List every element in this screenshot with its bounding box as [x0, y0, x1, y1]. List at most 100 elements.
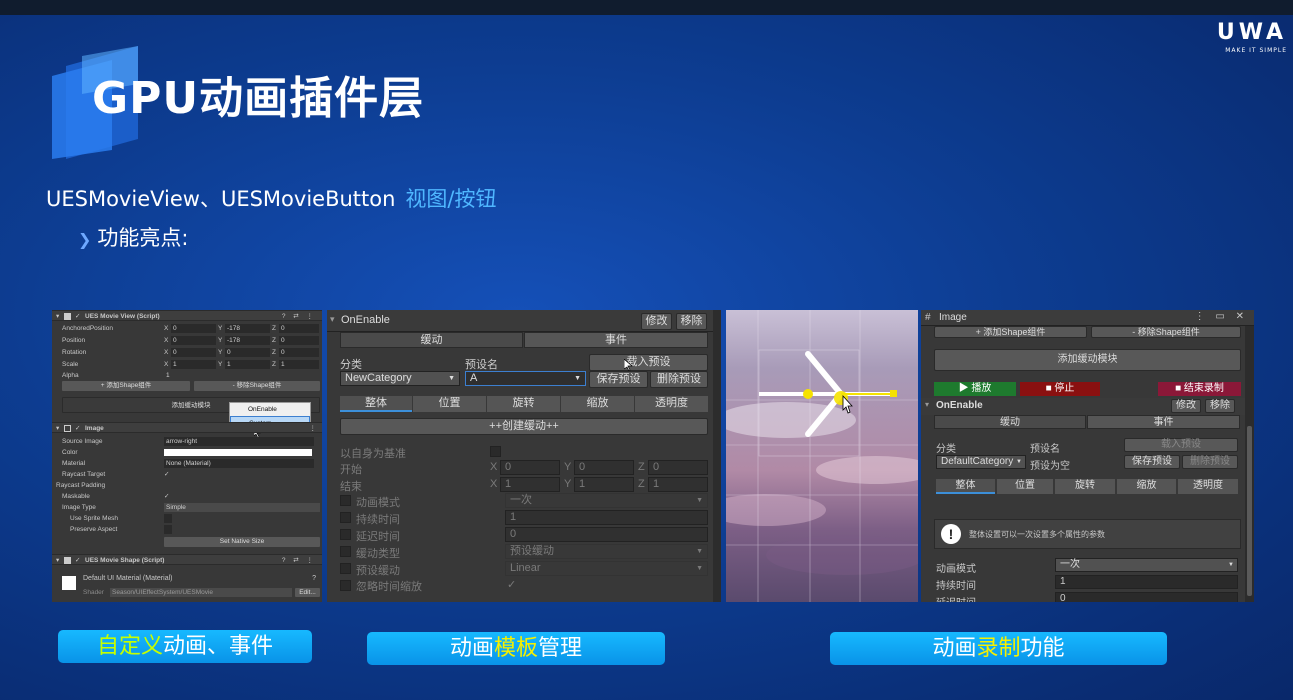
remove-shape-button[interactable]: - 移除Shape组件 [194, 381, 320, 391]
prop-x[interactable]: 0 [171, 348, 216, 357]
prop-z[interactable]: 0 [279, 348, 319, 357]
gizmo-handle-end[interactable] [890, 390, 897, 397]
sprite-mesh-checkbox[interactable] [164, 514, 172, 523]
delay-field[interactable]: 0 [1055, 592, 1238, 602]
set-native-size-button[interactable]: Set Native Size [164, 537, 320, 547]
add-shape-button[interactable]: + 添加Shape组件 [934, 326, 1087, 338]
self-base-checkbox[interactable] [490, 446, 501, 457]
duration-field[interactable]: 1 [1055, 575, 1238, 589]
edit-shader-button[interactable]: Edit... [295, 588, 320, 597]
end-x[interactable]: 1 [500, 477, 560, 492]
tab-ease[interactable]: 缓动 [340, 332, 523, 348]
modify-button[interactable]: 修改 [641, 313, 672, 330]
subtab-scale[interactable]: 缩放 [561, 396, 634, 412]
window-controls-icon[interactable]: ⋮ ▭ ✕ [1195, 311, 1248, 322]
mode-dropdown[interactable]: 一次 ▼ [1055, 558, 1238, 572]
end-record-button[interactable]: ■ 结束录制 [1158, 382, 1241, 396]
prop-y[interactable]: 0 [225, 348, 270, 357]
subtab-alpha[interactable]: 透明度 [1178, 479, 1238, 494]
alpha-value[interactable]: 1 [164, 371, 319, 380]
row-checkbox[interactable] [340, 495, 351, 506]
component-header-image[interactable]: ▾ ✓ Image ⋮ [52, 422, 322, 433]
remove-shape-button[interactable]: - 移除Shape组件 [1091, 326, 1241, 338]
ease-type-dropdown[interactable]: 预设缓动 ▼ [505, 544, 708, 559]
end-z[interactable]: 1 [648, 477, 708, 492]
prop-z[interactable]: 0 [279, 324, 319, 333]
delete-preset-button[interactable]: 删除预设 [1182, 455, 1238, 469]
scrollbar[interactable] [713, 310, 721, 602]
duration-field[interactable]: 1 [505, 510, 708, 525]
gizmo-dot[interactable] [803, 389, 813, 399]
play-button[interactable]: ▶ 播放 [934, 382, 1016, 396]
prop-x[interactable]: 0 [171, 336, 216, 345]
row-checkbox[interactable] [340, 580, 351, 591]
save-preset-button[interactable]: 保存预设 [1124, 455, 1180, 469]
scrollbar[interactable] [1245, 326, 1254, 602]
tab-event[interactable]: 事件 [524, 332, 708, 348]
scene-view[interactable] [726, 310, 918, 602]
foldout-arrow-icon[interactable]: ▾ [925, 400, 929, 409]
end-y[interactable]: 1 [574, 477, 634, 492]
color-field[interactable] [164, 449, 312, 456]
subtab-position[interactable]: 位置 [413, 396, 486, 412]
start-x[interactable]: 0 [500, 460, 560, 475]
modify-button[interactable]: 修改 [1171, 399, 1201, 413]
shader-dropdown[interactable]: Season/UIEffectSystem/UESMovie [110, 588, 292, 597]
remove-button[interactable]: 移除 [1205, 399, 1235, 413]
category-dropdown[interactable]: DefaultCategory ▼ [936, 455, 1026, 469]
foldout-arrow-icon[interactable]: ▾ [56, 423, 59, 434]
enable-check[interactable]: ✓ [75, 311, 80, 322]
load-preset-button[interactable]: 载入预设 [589, 354, 708, 371]
prop-z[interactable]: 0 [279, 336, 319, 345]
ignore-timescale-checkbox[interactable]: ✓ [507, 578, 516, 591]
component-menu-icon[interactable]: ⋮ [310, 423, 317, 434]
save-preset-button[interactable]: 保存预设 [589, 371, 648, 388]
subtab-position[interactable]: 位置 [997, 479, 1053, 494]
subtab-whole[interactable]: 整体 [936, 479, 995, 494]
prop-z[interactable]: 1 [279, 360, 319, 369]
delete-preset-button[interactable]: 删除预设 [650, 371, 708, 388]
tab-ease[interactable]: 缓动 [934, 415, 1086, 429]
source-image-field[interactable]: arrow-right [164, 437, 314, 446]
prop-label[interactable]: Raycast Padding [56, 480, 105, 491]
category-dropdown[interactable]: NewCategory ▼ [340, 371, 460, 386]
popup-item-onenable[interactable]: OnEnable [230, 403, 310, 416]
subtab-rotation[interactable]: 旋转 [1055, 479, 1115, 494]
row-checkbox[interactable] [340, 529, 351, 540]
help-icon[interactable]: ? [312, 575, 316, 582]
row-checkbox[interactable] [340, 546, 351, 557]
prop-y[interactable]: 1 [225, 360, 270, 369]
component-menu-icon[interactable]: ? ⇄ ⋮ [282, 311, 316, 322]
tab-event[interactable]: 事件 [1087, 415, 1240, 429]
preserve-aspect-checkbox[interactable] [164, 525, 172, 534]
remove-button[interactable]: 移除 [676, 313, 707, 330]
delay-field[interactable]: 0 [505, 527, 708, 542]
create-ease-button[interactable]: ++创建缓动++ [340, 418, 708, 435]
subtab-scale[interactable]: 缩放 [1117, 479, 1176, 494]
enable-check[interactable]: ✓ [75, 555, 80, 566]
component-header[interactable]: ▾ ✓ UES Movie View (Script) ? ⇄ ⋮ [52, 310, 322, 321]
prop-x[interactable]: 0 [171, 324, 216, 333]
scrollbar-thumb[interactable] [1247, 426, 1252, 596]
prop-x[interactable]: 1 [171, 360, 216, 369]
foldout-arrow-icon[interactable]: ▾ [56, 555, 59, 566]
material-field[interactable]: None (Material) [164, 459, 314, 468]
prop-y[interactable]: -178 [225, 336, 270, 345]
subtab-whole[interactable]: 整体 [340, 396, 412, 412]
preset-name-dropdown[interactable]: A ▼ [465, 371, 586, 386]
prop-y[interactable]: -178 [225, 324, 270, 333]
preset-ease-dropdown[interactable]: Linear ▼ [505, 561, 708, 576]
enable-check[interactable]: ✓ [75, 423, 80, 434]
start-z[interactable]: 0 [648, 460, 708, 475]
raycast-checkbox[interactable]: ✓ [164, 469, 169, 480]
add-shape-button[interactable]: + 添加Shape组件 [62, 381, 190, 391]
image-type-dropdown[interactable]: Simple [164, 503, 320, 512]
row-checkbox[interactable] [340, 563, 351, 574]
row-checkbox[interactable] [340, 512, 351, 523]
component-menu-icon[interactable]: ? ⇄ ⋮ [282, 555, 316, 566]
component-header-shape[interactable]: ▾ ✓ UES Movie Shape (Script) ? ⇄ ⋮ [52, 554, 322, 565]
add-module-button[interactable]: 添加缓动模块 [934, 349, 1241, 371]
foldout-arrow-icon[interactable]: ▾ [330, 314, 335, 325]
start-y[interactable]: 0 [574, 460, 634, 475]
subtab-alpha[interactable]: 透明度 [635, 396, 708, 412]
